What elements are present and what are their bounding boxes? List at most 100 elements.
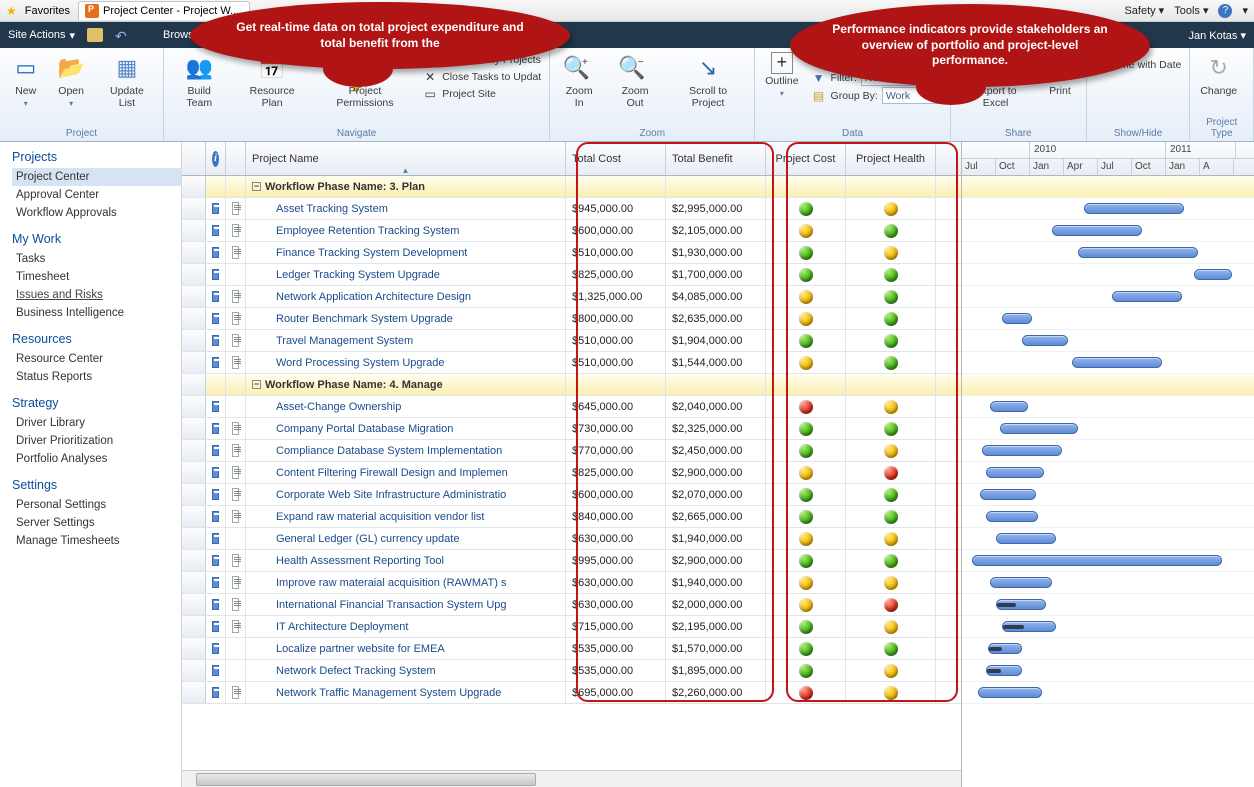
- nav-personal-settings[interactable]: Personal Settings: [12, 496, 181, 514]
- cell-project-name[interactable]: Corporate Web Site Infrastructure Admini…: [246, 484, 566, 505]
- row-header[interactable]: [182, 550, 206, 571]
- cell-project-name[interactable]: Asset-Change Ownership: [246, 396, 566, 417]
- nav-issues-risks[interactable]: Issues and Risks: [12, 286, 181, 304]
- row-header[interactable]: [182, 330, 206, 351]
- row-header[interactable]: [182, 638, 206, 659]
- nav-project-center[interactable]: Project Center: [12, 168, 181, 186]
- cell-project-name[interactable]: Localize partner website for EMEA: [246, 638, 566, 659]
- col-type[interactable]: [226, 142, 246, 175]
- row-header[interactable]: [182, 220, 206, 241]
- col-total-cost[interactable]: Total Cost: [566, 142, 666, 175]
- row-header[interactable]: [182, 528, 206, 549]
- cell-project-name[interactable]: Content Filtering Firewall Design and Im…: [246, 462, 566, 483]
- cell-project-name[interactable]: Health Assessment Reporting Tool: [246, 550, 566, 571]
- cell-project-name[interactable]: Travel Management System: [246, 330, 566, 351]
- nav-tasks[interactable]: Tasks: [12, 250, 181, 268]
- gantt-bar[interactable]: [1002, 621, 1056, 632]
- table-row[interactable]: Improve raw materaial acquisition (RAWMA…: [182, 572, 961, 594]
- gantt-bar[interactable]: [986, 665, 1022, 676]
- cell-project-name[interactable]: General Ledger (GL) currency update: [246, 528, 566, 549]
- gantt-bar[interactable]: [1072, 357, 1162, 368]
- row-header[interactable]: [182, 418, 206, 439]
- help-icon[interactable]: ?: [1218, 4, 1232, 18]
- open-button[interactable]: 📂 Open▾: [49, 50, 92, 110]
- gantt-bar[interactable]: [1078, 247, 1198, 258]
- cell-project-name[interactable]: IT Architecture Deployment: [246, 616, 566, 637]
- row-header[interactable]: [182, 264, 206, 285]
- collapse-icon[interactable]: −: [252, 182, 261, 191]
- cell-project-name[interactable]: Finance Tracking System Development: [246, 242, 566, 263]
- cell-project-name[interactable]: International Financial Transaction Syst…: [246, 594, 566, 615]
- gantt-bar[interactable]: [990, 577, 1052, 588]
- gantt-bar[interactable]: [996, 533, 1056, 544]
- nav-server-settings[interactable]: Server Settings: [12, 514, 181, 532]
- zoom-out-button[interactable]: 🔍− Zoom Out: [606, 50, 664, 111]
- table-row[interactable]: Company Portal Database Migration$730,00…: [182, 418, 961, 440]
- row-header[interactable]: [182, 462, 206, 483]
- row-header[interactable]: [182, 616, 206, 637]
- scroll-to-project-button[interactable]: ↘ Scroll to Project: [666, 50, 750, 111]
- table-row[interactable]: Router Benchmark System Upgrade$800,000.…: [182, 308, 961, 330]
- row-header[interactable]: [182, 198, 206, 219]
- table-row[interactable]: Employee Retention Tracking System$600,0…: [182, 220, 961, 242]
- col-project-name[interactable]: Project Name▲: [246, 142, 566, 175]
- gantt-bar[interactable]: [996, 599, 1046, 610]
- folder-icon[interactable]: [87, 28, 103, 42]
- gantt-bar[interactable]: [990, 401, 1028, 412]
- favorites-star-icon[interactable]: ★: [6, 4, 17, 18]
- change-button[interactable]: ↻ Change: [1194, 50, 1243, 100]
- table-row[interactable]: IT Architecture Deployment$715,000.00$2,…: [182, 616, 961, 638]
- gantt-bar[interactable]: [1022, 335, 1068, 346]
- col-info[interactable]: i: [206, 142, 226, 175]
- gantt-bar[interactable]: [986, 511, 1038, 522]
- group-row[interactable]: −Workflow Phase Name: 3. Plan: [182, 176, 961, 198]
- row-header[interactable]: [182, 484, 206, 505]
- gantt-bar[interactable]: [1002, 313, 1032, 324]
- site-actions-menu[interactable]: Site Actions ▾: [8, 29, 75, 42]
- table-row[interactable]: General Ledger (GL) currency update$630,…: [182, 528, 961, 550]
- new-button[interactable]: ▭ New▾: [4, 50, 47, 110]
- table-row[interactable]: Ledger Tracking System Upgrade$825,000.0…: [182, 264, 961, 286]
- table-row[interactable]: Localize partner website for EMEA$535,00…: [182, 638, 961, 660]
- zoom-in-button[interactable]: 🔍+ Zoom In: [554, 50, 604, 111]
- tools-menu[interactable]: Tools ▾: [1174, 4, 1208, 17]
- cell-project-name[interactable]: Network Application Architecture Design: [246, 286, 566, 307]
- safety-menu[interactable]: Safety ▾: [1124, 4, 1164, 17]
- col-total-benefit[interactable]: Total Benefit: [666, 142, 766, 175]
- row-header[interactable]: [182, 352, 206, 373]
- gantt-bar[interactable]: [978, 687, 1042, 698]
- favorites-label[interactable]: Favorites: [25, 5, 70, 17]
- cell-project-name[interactable]: Company Portal Database Migration: [246, 418, 566, 439]
- table-row[interactable]: Asset-Change Ownership$645,000.00$2,040,…: [182, 396, 961, 418]
- col-rowheader[interactable]: [182, 142, 206, 175]
- gantt-bar[interactable]: [1052, 225, 1142, 236]
- table-row[interactable]: Corporate Web Site Infrastructure Admini…: [182, 484, 961, 506]
- gantt-bar[interactable]: [1194, 269, 1232, 280]
- col-project-cost[interactable]: Project Cost: [766, 142, 846, 175]
- nav-up-icon[interactable]: [115, 28, 129, 42]
- cell-project-name[interactable]: Employee Retention Tracking System: [246, 220, 566, 241]
- nav-workflow-approvals[interactable]: Workflow Approvals: [12, 204, 181, 222]
- collapse-icon[interactable]: −: [252, 380, 261, 389]
- cell-project-name[interactable]: Router Benchmark System Upgrade: [246, 308, 566, 329]
- cell-project-name[interactable]: Word Processing System Upgrade: [246, 352, 566, 373]
- gantt-bar[interactable]: [988, 643, 1022, 654]
- gantt-bar[interactable]: [972, 555, 1222, 566]
- nav-driver-prioritization[interactable]: Driver Prioritization: [12, 432, 181, 450]
- table-row[interactable]: International Financial Transaction Syst…: [182, 594, 961, 616]
- nav-status-reports[interactable]: Status Reports: [12, 368, 181, 386]
- table-row[interactable]: Finance Tracking System Development$510,…: [182, 242, 961, 264]
- nav-resource-center[interactable]: Resource Center: [12, 350, 181, 368]
- scroll-thumb[interactable]: [196, 773, 536, 786]
- gantt-bar[interactable]: [982, 445, 1062, 456]
- table-row[interactable]: Health Assessment Reporting Tool$995,000…: [182, 550, 961, 572]
- cell-project-name[interactable]: Improve raw materaial acquisition (RAWMA…: [246, 572, 566, 593]
- table-row[interactable]: Content Filtering Firewall Design and Im…: [182, 462, 961, 484]
- row-header[interactable]: [182, 660, 206, 681]
- nav-portfolio-analyses[interactable]: Portfolio Analyses: [12, 450, 181, 468]
- cell-project-name[interactable]: Network Traffic Management System Upgrad…: [246, 682, 566, 703]
- table-row[interactable]: Network Defect Tracking System$535,000.0…: [182, 660, 961, 682]
- table-row[interactable]: Asset Tracking System$945,000.00$2,995,0…: [182, 198, 961, 220]
- row-header[interactable]: [182, 396, 206, 417]
- nav-bi[interactable]: Business Intelligence: [12, 304, 181, 322]
